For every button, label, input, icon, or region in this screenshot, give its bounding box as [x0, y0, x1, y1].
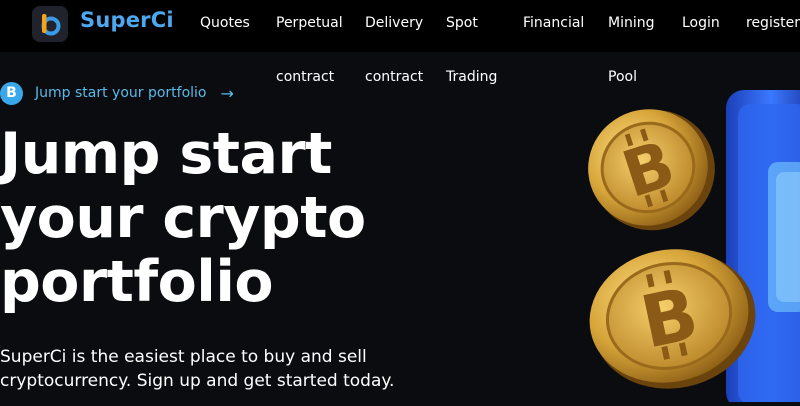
hero-subtext-line: SuperCi is the easiest place to buy and …	[0, 347, 367, 367]
arrow-right-icon: →	[220, 83, 234, 103]
hero-headline: Jump start your crypto portfolio	[0, 122, 560, 314]
promo-text: Jump start your portfolio	[35, 85, 207, 101]
hero-subtext: SuperCi is the easiest place to buy and …	[0, 345, 560, 393]
nav-item-label: Delivery	[365, 15, 424, 31]
hero-headline-line: Jump start	[0, 121, 332, 187]
superci-logo-icon[interactable]	[32, 6, 68, 42]
nav-item-label: Perpetual	[276, 15, 343, 31]
hero-headline-line: portfolio	[0, 249, 274, 315]
top-navigation-bar: SuperCi Quotes Perpetual contract Delive…	[0, 0, 800, 85]
nav-item-label: Financial	[523, 15, 585, 31]
nav-item-label: Login	[682, 15, 720, 31]
nav-item-label: Mining	[608, 15, 655, 31]
hero-subtext-line: cryptocurrency. Sign up and get started …	[0, 371, 395, 391]
brand-name[interactable]: SuperCi	[80, 8, 174, 32]
hero-headline-line: your crypto	[0, 185, 366, 251]
nav-item-label: Spot	[446, 15, 478, 31]
nav-item-label: register	[746, 15, 800, 31]
bitcoin-icon: B	[0, 81, 23, 105]
hero-illustration: B B	[560, 52, 800, 406]
nav-item-label-line2: contract	[276, 69, 335, 85]
bitcoin-coin-icon: B	[588, 109, 715, 231]
nav-item-label-line2: contract	[365, 69, 424, 85]
nav-item-label-line2: Trading	[446, 69, 498, 85]
nav-item-label: Quotes	[200, 15, 250, 31]
promo-link[interactable]: B Jump start your portfolio →	[0, 81, 234, 105]
